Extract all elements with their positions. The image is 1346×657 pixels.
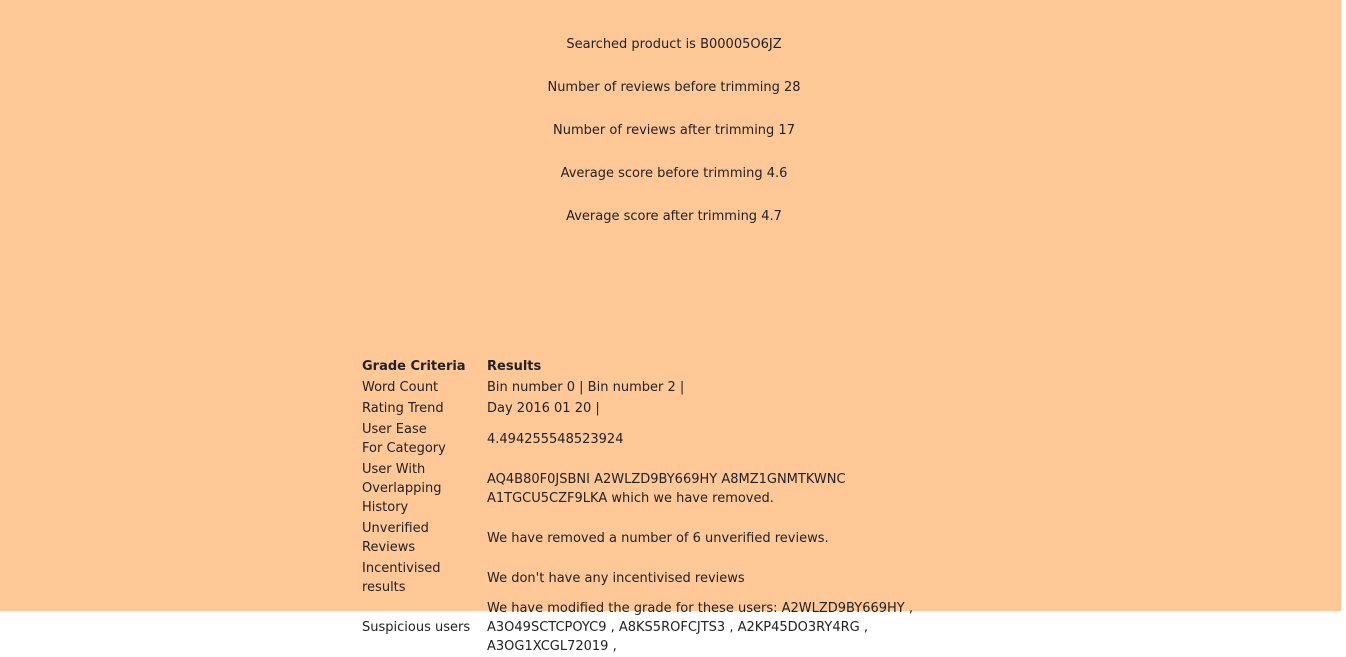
criteria-cell: Unverified Reviews (362, 521, 429, 555)
average-before-text: Average score before trimming 4.6 (560, 166, 788, 181)
searched-product-text: Searched product is B00005O6JZ (566, 37, 782, 52)
reviews-after-text: Number of reviews after trimming 17 (553, 123, 795, 138)
criteria-header: Grade Criteria (362, 359, 466, 374)
table-row: Rating Trend Day 2016 01 20 | (360, 398, 994, 419)
result-cell: We have modified the grade for these use… (485, 598, 994, 657)
result-text: AQ4B80F0JSBNI A2WLZD9BY669HY A8MZ1GNMTKW… (487, 471, 846, 506)
table-row: Unverified Reviews We have removed a num… (360, 518, 994, 558)
summary-section: Searched product is B00005O6JZ Number of… (0, 36, 1346, 251)
results-page: Searched product is B00005O6JZ Number of… (0, 0, 1341, 654)
table-row: Suspicious users We have modified the gr… (360, 598, 994, 657)
criteria-line: User With (362, 462, 426, 477)
result-cell: Bin number 0 | Bin number 2 | (487, 380, 685, 395)
criteria-cell: Word Count (362, 380, 439, 395)
results-header: Results (487, 359, 542, 374)
table-row: User With Overlapping History AQ4B80F0JS… (360, 459, 994, 518)
table-row: Word Count Bin number 0 | Bin number 2 | (360, 377, 994, 398)
result-cell: AQ4B80F0JSBNI A2WLZD9BY669HY A8MZ1GNMTKW… (485, 459, 994, 518)
table-header-row: Grade Criteria Results (360, 356, 994, 377)
grades-table: Grade Criteria Results Word Count Bin nu… (360, 356, 994, 657)
table-row: User Ease For Category 4.494255548523924 (360, 419, 994, 459)
criteria-line: For Category (362, 441, 446, 456)
result-text: We have modified the grade for these use… (487, 601, 913, 654)
criteria-line: User Ease (362, 422, 427, 437)
criteria-cell: User Ease For Category (360, 419, 485, 459)
criteria-cell: Suspicious users (362, 620, 471, 635)
criteria-cell: User With Overlapping History (360, 459, 485, 518)
table-row: Incentivised results We don't have any i… (360, 558, 994, 598)
criteria-line: Overlapping History (362, 481, 442, 515)
result-cell: We don't have any incentivised reviews (487, 570, 745, 586)
result-cell: We have removed a number of 6 unverified… (487, 530, 829, 546)
average-after-text: Average score after trimming 4.7 (566, 209, 782, 224)
result-cell: 4.494255548523924 (487, 431, 624, 447)
reviews-before-text: Number of reviews before trimming 28 (547, 80, 801, 95)
criteria-cell: Rating Trend (362, 401, 444, 416)
result-cell: Day 2016 01 20 | (487, 401, 600, 416)
criteria-cell: Incentivised results (362, 561, 441, 595)
